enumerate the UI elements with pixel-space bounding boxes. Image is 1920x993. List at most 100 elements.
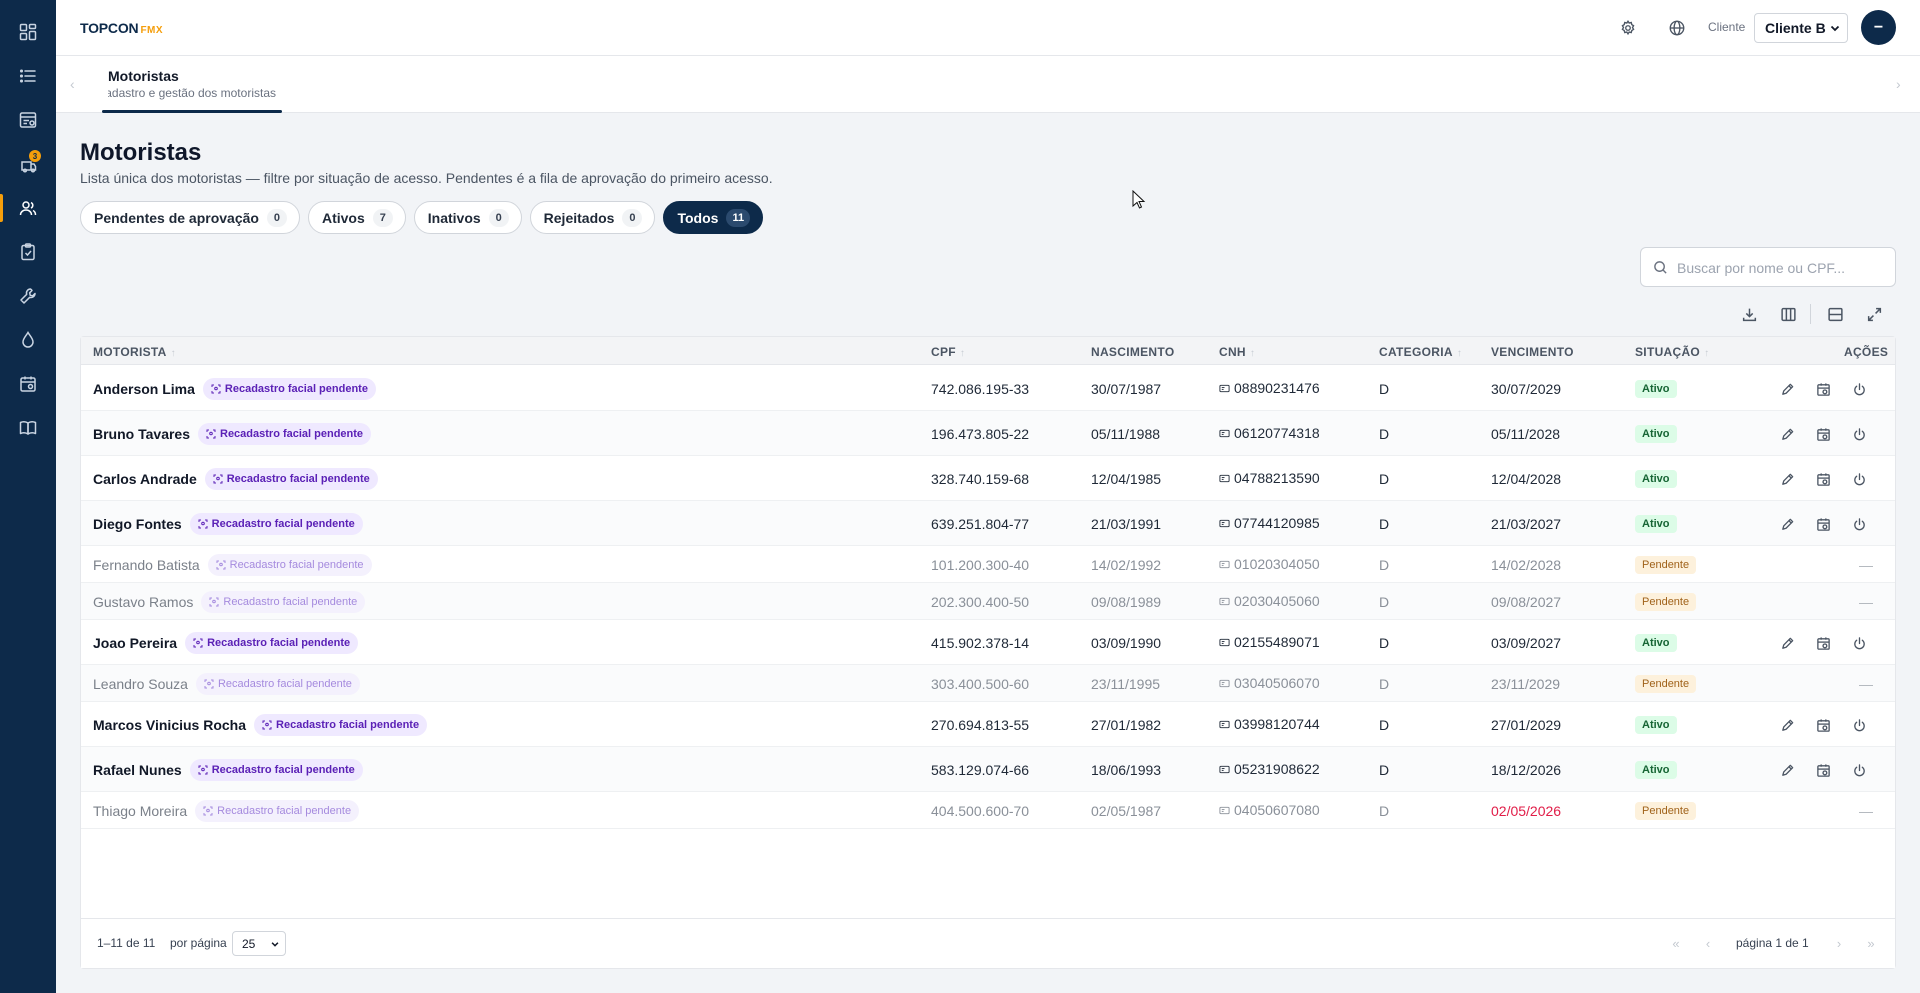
col-nascimento[interactable]: NASCIMENTO — [1091, 345, 1174, 359]
schedule-button[interactable] — [1811, 713, 1835, 737]
filter-pendentes[interactable]: Pendentes de aprovação 0 — [80, 201, 300, 234]
col-motorista-label: MOTORISTA — [93, 345, 167, 359]
cnh-number: 04788213590 — [1234, 470, 1320, 486]
deactivate-button[interactable] — [1847, 377, 1871, 401]
col-cpf[interactable]: CPF ↑ — [931, 345, 965, 359]
deactivate-button[interactable] — [1847, 631, 1871, 655]
page-description: Lista única dos motoristas — filtre por … — [80, 170, 773, 186]
edit-button[interactable] — [1775, 713, 1799, 737]
top-header: TOPCON FMX Cliente Cliente B − — [56, 0, 1920, 56]
sidebar-item-dashboard[interactable] — [0, 12, 56, 52]
facial-pending-badge: Recadastro facial pendente — [189, 759, 363, 781]
driver-name-cell: Gustavo Ramos Recadastro facial pendente — [93, 591, 366, 613]
sidebar-item-schedule[interactable] — [0, 364, 56, 404]
columns-button[interactable] — [1776, 302, 1800, 326]
facial-pending-badge: Recadastro facial pendente — [254, 714, 428, 736]
prev-page-button[interactable]: ‹ — [1698, 933, 1718, 953]
settings-button[interactable] — [1616, 16, 1640, 40]
search-input[interactable] — [1677, 257, 1887, 279]
table-row[interactable]: Rafael Nunes Recadastro facial pendente 58… — [81, 747, 1895, 792]
sidebar-item-fuel[interactable] — [0, 320, 56, 360]
driver-name[interactable]: Bruno Tavares — [93, 426, 190, 442]
table-row[interactable]: Joao Pereira Recadastro facial pendente 41… — [81, 620, 1895, 665]
edit-button[interactable] — [1775, 512, 1799, 536]
filter-todos[interactable]: Todos 11 — [663, 201, 764, 234]
schedule-button[interactable] — [1811, 758, 1835, 782]
driver-name[interactable]: Thiago Moreira — [93, 803, 187, 819]
per-page-select[interactable]: 25 — [232, 931, 286, 956]
sidebar-item-vehicles[interactable]: 3 — [0, 144, 56, 184]
filter-ativos[interactable]: Ativos 7 — [307, 201, 406, 234]
sidebar-item-list[interactable] — [0, 56, 56, 96]
brand-logo[interactable]: TOPCON FMX — [80, 20, 163, 36]
chevron-down-icon — [1830, 25, 1840, 32]
next-page-button[interactable]: › — [1829, 933, 1849, 953]
sidebar-item-reports[interactable] — [0, 100, 56, 140]
driver-name[interactable]: Anderson Lima — [93, 381, 195, 397]
tab-motoristas[interactable]: Motoristas Cadastro e gestão dos motoris… — [102, 56, 282, 113]
table-row[interactable]: Anderson Lima Recadastro facial pendente 7… — [81, 366, 1895, 411]
table-row[interactable]: Fernando Batista Recadastro facial penden… — [81, 546, 1895, 583]
filter-rejeitados[interactable]: Rejeitados 0 — [529, 201, 656, 234]
first-page-button[interactable]: « — [1666, 933, 1686, 953]
edit-button[interactable] — [1775, 758, 1799, 782]
deactivate-button[interactable] — [1847, 713, 1871, 737]
client-select[interactable]: Cliente B — [1754, 13, 1848, 43]
driver-name[interactable]: Carlos Andrade — [93, 471, 197, 487]
facial-pending-badge: Recadastro facial pendente — [198, 423, 372, 445]
sidebar-item-maintenance[interactable] — [0, 276, 56, 316]
table-row[interactable]: Leandro Souza Recadastro facial pendente 3… — [81, 665, 1895, 702]
col-categoria[interactable]: CATEGORIA ↑ — [1379, 345, 1462, 359]
last-page-button[interactable]: » — [1861, 933, 1881, 953]
table-row[interactable]: Bruno Tavares Recadastro facial pendente 1… — [81, 411, 1895, 456]
edit-button[interactable] — [1775, 467, 1799, 491]
filter-inativos[interactable]: Inativos 0 — [413, 201, 522, 234]
deactivate-button[interactable] — [1847, 422, 1871, 446]
schedule-button[interactable] — [1811, 631, 1835, 655]
edit-button[interactable] — [1775, 422, 1799, 446]
col-nascimento-label: NASCIMENTO — [1091, 345, 1175, 359]
cpf-cell: 270.694.813-55 — [931, 717, 1030, 733]
table-row[interactable]: Diego Fontes Recadastro facial pendente 63… — [81, 501, 1895, 546]
density-button[interactable] — [1823, 302, 1847, 326]
tabs-scroll-right-icon[interactable]: › — [1896, 76, 1901, 92]
fullscreen-button[interactable] — [1862, 302, 1886, 326]
col-vencimento[interactable]: VENCIMENTO — [1491, 345, 1574, 359]
sidebar-item-docs[interactable] — [0, 408, 56, 448]
export-button[interactable] — [1737, 302, 1761, 326]
cnh-number: 02155489071 — [1234, 634, 1320, 650]
col-cnh[interactable]: CNH ↑ — [1219, 345, 1255, 359]
driver-name[interactable]: Marcos Vinicius Rocha — [93, 717, 246, 733]
schedule-button[interactable] — [1811, 422, 1835, 446]
table-row[interactable]: Carlos Andrade Recadastro facial pendente… — [81, 456, 1895, 501]
driver-name[interactable]: Rafael Nunes — [93, 762, 182, 778]
sidebar-item-checklist[interactable] — [0, 232, 56, 272]
table-row[interactable]: Gustavo Ramos Recadastro facial pendente 2… — [81, 583, 1895, 620]
driver-name[interactable]: Joao Pereira — [93, 635, 177, 651]
col-motorista[interactable]: MOTORISTA ↑ — [93, 345, 176, 359]
driver-name[interactable]: Leandro Souza — [93, 676, 188, 692]
brand-name: TOPCON — [80, 20, 139, 36]
schedule-button[interactable] — [1811, 512, 1835, 536]
driver-name[interactable]: Gustavo Ramos — [93, 594, 193, 610]
edit-button[interactable] — [1775, 631, 1799, 655]
driver-name[interactable]: Fernando Batista — [93, 557, 200, 573]
driver-name[interactable]: Diego Fontes — [93, 516, 182, 532]
deactivate-button[interactable] — [1847, 512, 1871, 536]
deactivate-button[interactable] — [1847, 758, 1871, 782]
facial-pending-badge: Recadastro facial pendente — [204, 468, 378, 490]
col-situacao[interactable]: SITUAÇÃO ↑ — [1635, 345, 1709, 359]
edit-button[interactable] — [1775, 377, 1799, 401]
language-button[interactable] — [1665, 16, 1689, 40]
sidebar-item-drivers[interactable] — [0, 188, 56, 228]
table-row[interactable]: Marcos Vinicius Rocha Recadastro facial p… — [81, 702, 1895, 747]
birthdate-cell: 02/05/1987 — [1091, 803, 1162, 819]
user-avatar[interactable]: − — [1861, 10, 1896, 45]
tabs-scroll-left-icon[interactable]: ‹ — [70, 76, 75, 92]
deactivate-button[interactable] — [1847, 467, 1871, 491]
chip-count: 0 — [622, 208, 643, 227]
sort-icon: ↑ — [170, 348, 176, 359]
schedule-button[interactable] — [1811, 377, 1835, 401]
schedule-button[interactable] — [1811, 467, 1835, 491]
table-row[interactable]: Thiago Moreira Recadastro facial pendente… — [81, 792, 1895, 829]
